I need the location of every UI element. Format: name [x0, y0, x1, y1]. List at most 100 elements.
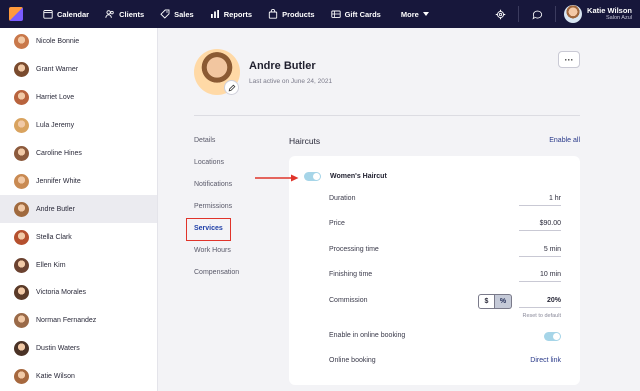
nav-divider [555, 6, 557, 22]
client-avatar [14, 285, 29, 301]
nav-clients-label: Clients [119, 9, 145, 19]
nav-gift-cards[interactable]: Gift Cards [323, 0, 389, 28]
settings-button[interactable] [486, 0, 514, 28]
commission-field[interactable]: 20% [519, 297, 561, 308]
messages-button[interactable] [523, 0, 551, 28]
client-avatar [14, 90, 29, 106]
client-list-item[interactable]: Andre Butler [0, 195, 157, 224]
products-bag-icon [268, 9, 278, 19]
more-options-button[interactable]: ··· [558, 51, 580, 68]
user-salon: Salon Azul [606, 14, 632, 21]
client-list-item[interactable]: Norman Fernandez [0, 307, 157, 335]
client-name: Ellen Kim [36, 261, 66, 269]
client-avatar [14, 173, 29, 189]
client-list-item[interactable]: Jennifer White [0, 167, 157, 195]
gift-card-icon [330, 9, 341, 19]
client-name: Andre Butler [36, 205, 75, 213]
client-avatar [14, 257, 29, 273]
client-avatar [14, 118, 29, 134]
client-name: Grant Warner [36, 66, 79, 74]
nav-calendar[interactable]: Calendar [35, 0, 97, 28]
client-list-item[interactable]: Ellen Kim [0, 251, 157, 279]
commission-label: Commission [329, 297, 368, 304]
finishing-time-field[interactable]: 10 min [519, 271, 561, 282]
annotation-highlight-box [186, 218, 231, 241]
client-avatar [14, 201, 29, 217]
client-name: Norman Fernandez [36, 317, 97, 325]
section-nav-locations[interactable]: Locations [194, 158, 239, 180]
reset-to-default-link[interactable]: Reset to default [522, 313, 561, 319]
client-list-item[interactable]: Katie Wilson [0, 363, 157, 391]
reports-chart-icon [210, 9, 220, 19]
section-nav-work-hours[interactable]: Work Hours [194, 246, 239, 268]
online-booking-label: Online booking [329, 357, 376, 364]
direct-link[interactable]: Direct link [530, 357, 561, 364]
client-name: Jennifer White [36, 177, 81, 185]
nav-clients[interactable]: Clients [97, 0, 152, 28]
edit-avatar-button[interactable] [224, 80, 239, 95]
client-avatar [14, 313, 29, 329]
profile-last-active: Last active on June 24, 2021 [249, 78, 333, 85]
service-card: Women's Haircut Duration 1 hr Price $90.… [289, 156, 580, 385]
annotation-arrow-icon [255, 174, 299, 182]
nav-products[interactable]: Products [260, 0, 323, 28]
client-avatar [14, 146, 29, 161]
nav-sales-label: Sales [174, 9, 194, 19]
price-field[interactable]: $90.00 [519, 220, 561, 231]
client-avatar [14, 229, 29, 245]
enable-all-link[interactable]: Enable all [549, 137, 580, 144]
nav-reports-label: Reports [223, 9, 253, 19]
nav-reports[interactable]: Reports [202, 0, 260, 28]
commission-dollar-button[interactable]: $ [478, 294, 495, 309]
client-name: Katie Wilson [36, 373, 75, 381]
online-booking-toggle[interactable] [544, 332, 561, 341]
nav-more-menu[interactable]: More [393, 0, 437, 28]
nav-products-label: Products [282, 9, 315, 19]
section-title: Haircuts [289, 136, 321, 146]
client-name: Lula Jeremy [36, 122, 75, 130]
client-name: Dustin Waters [36, 345, 80, 353]
section-nav-notifications[interactable]: Notifications [194, 180, 239, 202]
gear-icon [495, 9, 505, 19]
client-name: Nicole Bonnie [36, 38, 80, 46]
calendar-icon [43, 9, 53, 19]
section-nav-details[interactable]: Details [194, 136, 239, 158]
commission-percent-button[interactable]: % [495, 294, 512, 309]
sales-tag-icon [160, 9, 170, 19]
service-enabled-toggle[interactable] [304, 172, 321, 181]
client-name: Stella Clark [36, 233, 72, 241]
client-list-item[interactable]: Harriet Love [0, 84, 157, 112]
client-list-item[interactable]: Caroline Hines [0, 140, 157, 168]
section-nav-compensation[interactable]: Compensation [194, 268, 239, 290]
client-avatar [14, 34, 29, 50]
pencil-icon [228, 84, 235, 91]
app-logo[interactable] [9, 7, 23, 21]
nav-sales[interactable]: Sales [152, 0, 202, 28]
client-list-item[interactable]: Victoria Morales [0, 279, 157, 307]
commission-type-toggle: $ % [478, 294, 512, 309]
user-menu[interactable]: Katie Wilson Salon Azul [560, 5, 640, 23]
client-list-item[interactable]: Stella Clark [0, 223, 157, 251]
chevron-down-icon [422, 12, 429, 16]
user-name: Katie Wilson [587, 5, 632, 15]
client-avatar [14, 341, 29, 357]
client-list-item[interactable]: Lula Jeremy [0, 112, 157, 140]
user-avatar [564, 5, 583, 23]
processing-time-field[interactable]: 5 min [519, 246, 561, 257]
duration-field[interactable]: 1 hr [519, 195, 561, 206]
nav-more-label: More [400, 9, 419, 19]
nav-calendar-label: Calendar [57, 9, 90, 19]
client-name: Victoria Morales [36, 289, 87, 297]
clients-icon [105, 9, 115, 19]
client-name: Caroline Hines [36, 150, 82, 157]
chat-bubble-icon [532, 10, 542, 20]
client-list-item[interactable]: Grant Warner [0, 56, 157, 84]
price-label: Price [329, 220, 345, 227]
nav-gift-cards-label: Gift Cards [344, 9, 381, 19]
profile-name: Andre Butler [249, 60, 316, 72]
client-list-item[interactable]: Dustin Waters [0, 335, 157, 363]
client-list-item[interactable]: Nicole Bonnie [0, 28, 157, 56]
service-name: Women's Haircut [330, 173, 387, 180]
divider [194, 115, 580, 116]
nav-divider [518, 6, 520, 22]
